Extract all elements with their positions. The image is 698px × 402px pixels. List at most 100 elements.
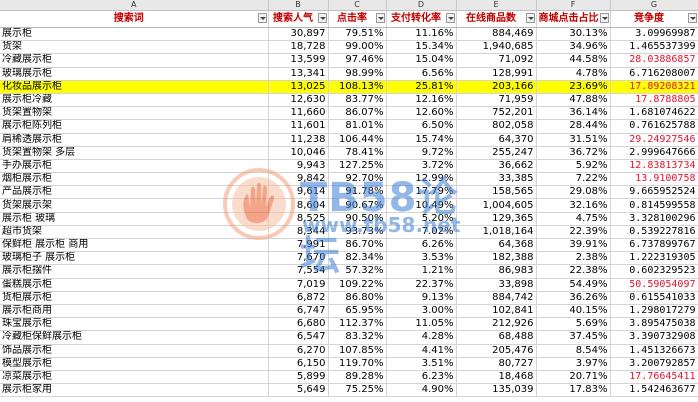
popularity-cell[interactable]: 7,019 [268,278,329,292]
mall-share-cell[interactable]: 34.96% [536,40,611,55]
column-letter[interactable]: C [328,0,387,11]
mall-share-cell[interactable]: 29.08% [536,185,611,200]
keyword-cell[interactable]: 玻璃柜子 展示柜 [0,251,269,266]
cvr-cell[interactable]: 9.13% [386,291,457,305]
competition-cell[interactable]: 2.999647666 [610,146,698,160]
mall-share-cell[interactable]: 47.88% [536,93,611,108]
mall-share-cell[interactable]: 36.26% [536,291,611,305]
filter-dropdown-icon[interactable] [599,13,609,23]
filter-dropdown-icon[interactable] [317,13,327,23]
ctr-cell[interactable]: 86.70% [328,238,387,253]
popularity-cell[interactable]: 6,747 [268,304,329,319]
ctr-cell[interactable]: 79.51% [328,27,387,42]
column-letter[interactable]: A [0,0,269,11]
items-cell[interactable]: 203,166 [456,80,537,94]
competition-cell[interactable]: 12.83813734 [610,159,698,174]
popularity-cell[interactable]: 13,341 [268,67,329,81]
items-cell[interactable]: 205,476 [456,344,537,358]
ctr-cell[interactable]: 90.67% [328,198,387,213]
ctr-cell[interactable]: 75.25% [328,383,387,398]
keyword-cell[interactable]: 饰品展示柜 [0,344,269,358]
cvr-cell[interactable]: 6.50% [386,119,457,134]
cvr-cell[interactable]: 4.28% [386,330,457,345]
mall-share-cell[interactable]: 23.69% [536,80,611,94]
column-letter[interactable]: E [456,0,537,11]
ctr-cell[interactable]: 92.70% [328,172,387,187]
competition-cell[interactable]: 0.615541033 [610,291,698,305]
competition-cell[interactable]: 1.298017279 [610,304,698,319]
cvr-cell[interactable]: 15.34% [386,40,457,55]
popularity-cell[interactable]: 11,238 [268,133,329,147]
competition-cell[interactable]: 9.665952524 [610,185,698,200]
ctr-cell[interactable]: 127.25% [328,159,387,174]
keyword-cell[interactable]: 展示柜摆件 [0,264,269,279]
popularity-cell[interactable]: 8,344 [268,225,329,240]
ctr-cell[interactable]: 107.85% [328,344,387,358]
mall-share-cell[interactable]: 4.78% [536,67,611,81]
items-cell[interactable]: 1,004,605 [456,198,537,213]
cvr-cell[interactable]: 12.60% [386,106,457,121]
popularity-cell[interactable]: 6,150 [268,357,329,371]
items-cell[interactable]: 802,058 [456,119,537,134]
items-cell[interactable]: 71,959 [456,93,537,108]
filter-dropdown-icon[interactable] [445,13,455,23]
competition-cell[interactable]: 1.542463677 [610,383,698,398]
ctr-cell[interactable]: 98.99% [328,67,387,81]
keyword-cell[interactable]: 烟柜展示柜 [0,172,269,187]
popularity-cell[interactable]: 6,270 [268,344,329,358]
cvr-cell[interactable]: 9.72% [386,146,457,160]
competition-cell[interactable]: 3.09969987 [610,27,698,42]
ctr-cell[interactable]: 109.22% [328,278,387,292]
keyword-cell[interactable]: 展示柜 玻璃 [0,212,269,226]
keyword-cell[interactable]: 展示柜 [0,27,269,42]
competition-cell[interactable]: 1.451326673 [610,344,698,358]
keyword-cell[interactable]: 货架置物架 [0,106,269,121]
cvr-cell[interactable]: 4.41% [386,344,457,358]
keyword-cell[interactable]: 珠宝展示柜 [0,317,269,332]
mall-share-cell[interactable]: 4.75% [536,212,611,226]
keyword-cell[interactable]: 展示柜冷藏 [0,93,269,108]
cvr-cell[interactable]: 12.99% [386,172,457,187]
popularity-cell[interactable]: 8,604 [268,198,329,213]
items-cell[interactable]: 884,742 [456,291,537,305]
keyword-cell[interactable]: 货架展示架 [0,198,269,213]
ctr-cell[interactable]: 91.78% [328,185,387,200]
mall-share-cell[interactable]: 36.72% [536,146,611,160]
cvr-cell[interactable]: 15.74% [386,133,457,147]
competition-cell[interactable]: 0.539227816 [610,225,698,240]
cvr-cell[interactable]: 11.16% [386,27,457,42]
popularity-cell[interactable]: 7,670 [268,251,329,266]
competition-cell[interactable]: 17.89208321 [610,80,698,94]
popularity-cell[interactable]: 8,525 [268,212,329,226]
items-cell[interactable]: 1,018,164 [456,225,537,240]
ctr-cell[interactable]: 57.32% [328,264,387,279]
cvr-cell[interactable]: 15.04% [386,53,457,68]
cvr-cell[interactable]: 3.00% [386,304,457,319]
popularity-cell[interactable]: 9,943 [268,159,329,174]
items-cell[interactable]: 80,727 [456,357,537,371]
items-cell[interactable]: 1,940,685 [456,40,537,55]
popularity-cell[interactable]: 12,630 [268,93,329,108]
keyword-cell[interactable]: 货柜展示柜 [0,291,269,305]
items-cell[interactable]: 86,983 [456,264,537,279]
ctr-cell[interactable]: 65.95% [328,304,387,319]
items-cell[interactable]: 128,991 [456,67,537,81]
competition-cell[interactable]: 3.895475038 [610,317,698,332]
column-letter[interactable]: D [386,0,457,11]
items-cell[interactable]: 129,365 [456,212,537,226]
mall-share-cell[interactable]: 28.44% [536,119,611,134]
mall-share-cell[interactable]: 7.22% [536,172,611,187]
items-cell[interactable]: 33,898 [456,278,537,292]
keyword-cell[interactable]: 展示柜陈列柜 [0,119,269,134]
competition-cell[interactable]: 0.602329523 [610,264,698,279]
items-cell[interactable]: 18,468 [456,370,537,385]
competition-cell[interactable]: 13.9100758 [610,172,698,187]
ctr-cell[interactable]: 81.01% [328,119,387,134]
ctr-cell[interactable]: 90.50% [328,212,387,226]
ctr-cell[interactable]: 78.41% [328,146,387,160]
popularity-cell[interactable]: 9,614 [268,185,329,200]
cvr-cell[interactable]: 6.23% [386,370,457,385]
items-cell[interactable]: 64,370 [456,133,537,147]
column-letter[interactable]: B [268,0,329,11]
popularity-cell[interactable]: 30,897 [268,27,329,42]
